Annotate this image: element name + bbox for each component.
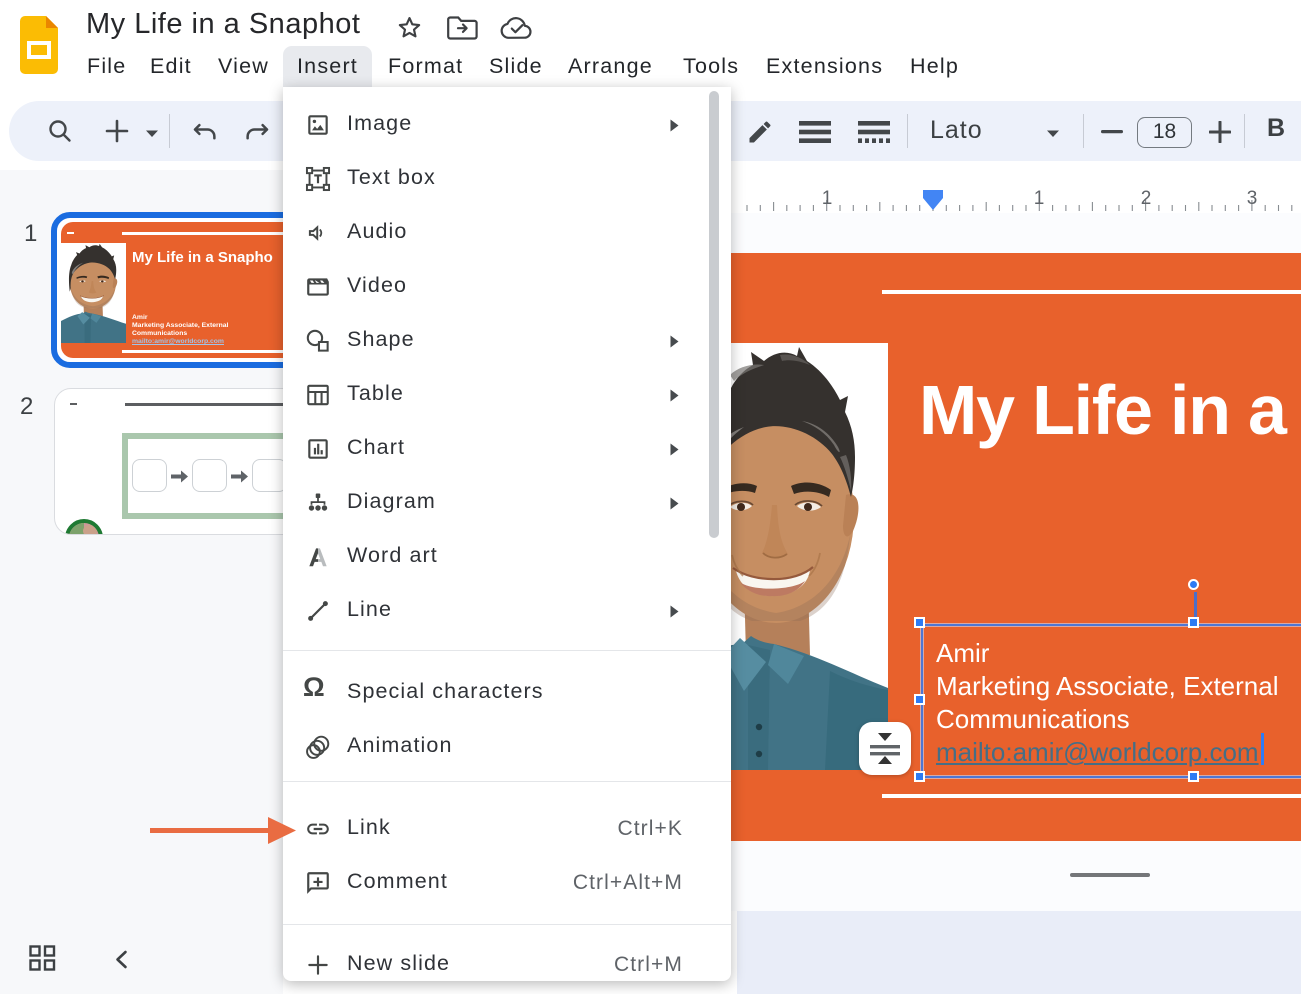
svg-text:2: 2 — [1141, 188, 1152, 209]
svg-text:1: 1 — [1034, 188, 1045, 209]
svg-text:1: 1 — [822, 188, 833, 209]
svg-text:3: 3 — [1247, 188, 1258, 209]
